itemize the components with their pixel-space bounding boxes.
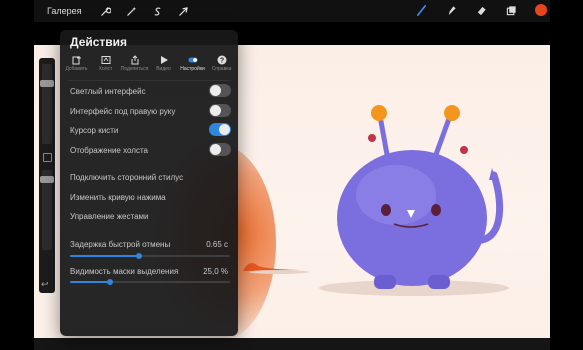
selection-icon[interactable] xyxy=(150,3,166,19)
opacity-thumb[interactable] xyxy=(40,176,54,183)
tab-add-label: Добавить xyxy=(65,66,88,72)
tab-video-label: Видео xyxy=(156,66,171,72)
toggle-knob xyxy=(210,85,221,96)
slider-fill xyxy=(70,281,110,283)
add-icon xyxy=(71,54,83,65)
slider-value: 25,0 % xyxy=(203,267,228,276)
canvas-icon xyxy=(100,54,112,65)
slider-thumb[interactable] xyxy=(107,279,113,285)
top-toolbar: Галерея xyxy=(34,0,550,22)
slider-label: Видимость маски выделения xyxy=(70,267,179,276)
tab-settings[interactable]: Настройки xyxy=(179,54,207,76)
left-sidebar: ↩ xyxy=(39,58,55,293)
actions-tabs: Добавить Холст Поделиться Видео Настройк… xyxy=(60,54,238,76)
setting-light-interface[interactable]: Светлый интерфейс xyxy=(70,84,231,97)
tab-help-label: Справка xyxy=(211,66,232,72)
share-icon xyxy=(129,54,141,65)
setting-label: Отображение холста xyxy=(70,146,148,155)
quick-undo-delay-setting: Задержка быстрой отмены 0.65 с xyxy=(70,240,230,249)
selection-mask-visibility-setting: Видимость маски выделения 25,0 % xyxy=(70,267,230,276)
tab-share-label: Поделиться xyxy=(120,66,149,72)
tab-canvas[interactable]: Холст xyxy=(92,54,120,76)
light-interface-toggle[interactable] xyxy=(209,84,231,97)
setting-brush-cursor[interactable]: Курсор кисти xyxy=(70,123,231,136)
procreate-screen: Галерея ↩ Действия Добавить Холст Подели… xyxy=(0,0,583,350)
settings-toggle-icon xyxy=(187,54,199,65)
modify-button[interactable] xyxy=(43,153,52,162)
link-connect-stylus[interactable]: Подключить сторонний стилус xyxy=(70,173,230,182)
bottom-bar xyxy=(34,338,550,350)
right-hand-interface-toggle[interactable] xyxy=(209,104,231,117)
wrench-icon[interactable] xyxy=(98,3,114,19)
setting-label: Интерфейс под правую руку xyxy=(70,107,176,116)
setting-label: Светлый интерфейс xyxy=(70,87,146,96)
transform-arrow-icon[interactable] xyxy=(176,3,192,19)
layers-icon[interactable] xyxy=(503,2,519,18)
orange-foot-artwork xyxy=(243,263,309,274)
actions-panel: Действия Добавить Холст Поделиться Видео… xyxy=(60,30,238,336)
tab-add[interactable]: Добавить xyxy=(63,54,91,76)
tab-share[interactable]: Поделиться xyxy=(121,54,149,76)
brush-icon[interactable] xyxy=(413,2,429,18)
toggle-knob xyxy=(219,124,230,135)
tab-help[interactable]: ? Справка xyxy=(208,54,236,76)
brush-cursor-toggle[interactable] xyxy=(209,123,231,136)
link-gesture-controls[interactable]: Управление жестами xyxy=(70,212,230,221)
svg-text:?: ? xyxy=(219,57,223,64)
smudge-icon[interactable] xyxy=(443,2,459,18)
magic-wand-icon[interactable] xyxy=(124,3,140,19)
toggle-knob xyxy=(210,105,221,116)
help-icon: ? xyxy=(216,54,228,65)
tab-settings-label: Настройки xyxy=(180,66,205,72)
link-pressure-curve[interactable]: Изменить кривую нажима xyxy=(70,193,230,202)
tab-video[interactable]: Видео xyxy=(150,54,178,76)
selection-mask-visibility-slider[interactable] xyxy=(70,279,230,285)
brush-size-thumb[interactable] xyxy=(40,80,54,87)
monster-artwork xyxy=(319,105,509,296)
slider-fill xyxy=(70,255,139,257)
setting-canvas-display[interactable]: Отображение холста xyxy=(70,143,231,156)
panel-title: Действия xyxy=(70,35,128,49)
right-tool-group xyxy=(399,2,547,18)
tab-canvas-label: Холст xyxy=(98,66,113,72)
gallery-button[interactable]: Галерея xyxy=(47,6,82,16)
undo-icon[interactable]: ↩ xyxy=(41,279,49,290)
quick-undo-delay-slider[interactable] xyxy=(70,253,230,259)
eraser-icon[interactable] xyxy=(473,2,489,18)
slider-value: 0.65 с xyxy=(206,240,228,249)
slider-label: Задержка быстрой отмены xyxy=(70,240,171,249)
setting-right-hand-interface[interactable]: Интерфейс под правую руку xyxy=(70,104,231,117)
panel-divider xyxy=(68,80,230,81)
video-play-icon xyxy=(158,54,170,65)
canvas-display-toggle[interactable] xyxy=(209,143,231,156)
opacity-slider[interactable] xyxy=(40,170,54,250)
setting-label: Курсор кисти xyxy=(70,126,119,135)
toggle-knob xyxy=(210,144,221,155)
slider-thumb[interactable] xyxy=(135,253,142,259)
color-picker-button[interactable] xyxy=(535,4,547,16)
brush-size-slider[interactable] xyxy=(40,64,54,144)
